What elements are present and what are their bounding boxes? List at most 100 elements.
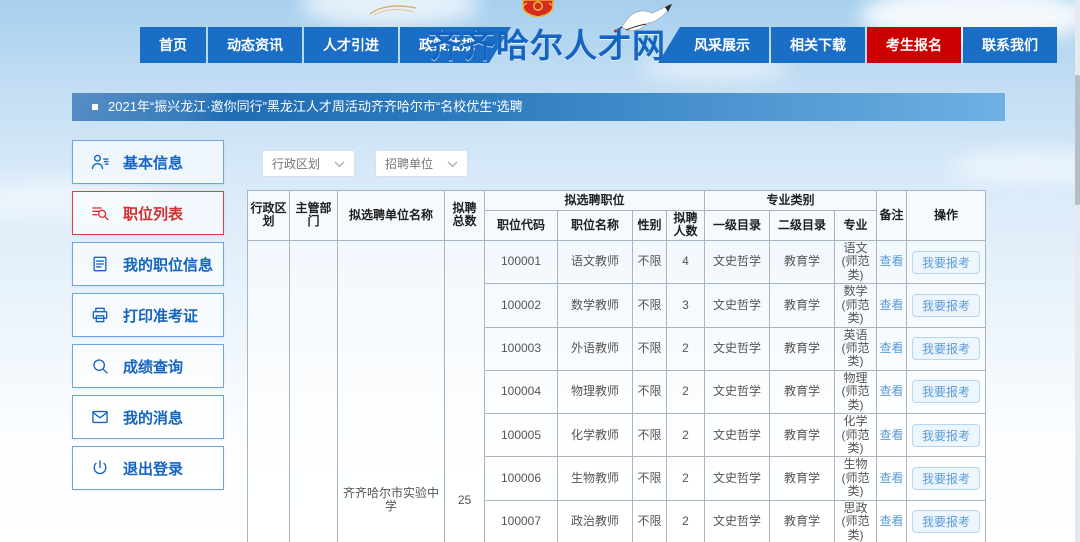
cat1-cell: 文史哲学: [705, 370, 770, 413]
cat1-cell: 文史哲学: [705, 284, 770, 327]
bullet-icon: [92, 104, 98, 110]
job-code-cell: 100004: [485, 370, 558, 413]
job-code-cell: 100003: [485, 327, 558, 370]
gender-cell: 不限: [633, 284, 667, 327]
col-header-major: 专业: [835, 211, 877, 241]
sidebar-item-label: 我的职位信息: [123, 254, 213, 275]
cat1-cell: 文史哲学: [705, 240, 770, 283]
unit-total-cell: 25: [445, 240, 485, 542]
unit-name-cell: 齐齐哈尔市实验中学: [338, 240, 445, 542]
sidebar: 基本信息 职位列表 我的职位信息 打印准考证 成绩查询 我的消息 退出登录: [72, 140, 224, 497]
sidebar-item-1[interactable]: 职位列表: [72, 191, 224, 235]
announcement-banner[interactable]: 2021年“振兴龙江·邀你同行”黑龙江人才周活动齐齐哈尔市“名校优生”选聘: [72, 93, 1005, 121]
view-link[interactable]: 查看: [880, 384, 904, 398]
cat2-cell: 教育学: [770, 284, 835, 327]
apply-button[interactable]: 我要报考: [912, 337, 980, 360]
search-icon: [90, 356, 110, 376]
gender-cell: 不限: [633, 370, 667, 413]
major-cell: 英语(师范类): [835, 327, 877, 370]
sidebar-item-0[interactable]: 基本信息: [72, 140, 224, 184]
apply-button[interactable]: 我要报考: [912, 467, 980, 490]
job-code-cell: 100001: [485, 240, 558, 283]
nav-left-item-0[interactable]: 首页: [140, 27, 206, 63]
job-code-cell: 100005: [485, 414, 558, 457]
table-row: 齐齐哈尔市实验中学 25 100001 语文教师 不限 4 文史哲学 教育学 语…: [248, 240, 986, 283]
sidebar-item-label: 基本信息: [123, 152, 183, 173]
major-cell: 化学(师范类): [835, 414, 877, 457]
nav-left-item-2[interactable]: 人才引进: [304, 27, 398, 63]
view-link[interactable]: 查看: [880, 514, 904, 528]
scrollbar[interactable]: [1075, 0, 1080, 542]
col-header-admin-region: 行政区划: [248, 191, 290, 241]
count-cell: 2: [667, 327, 705, 370]
apply-button[interactable]: 我要报考: [912, 510, 980, 533]
sidebar-item-5[interactable]: 我的消息: [72, 395, 224, 439]
job-name-cell: 语文教师: [558, 240, 633, 283]
cat2-cell: 教育学: [770, 370, 835, 413]
col-header-note: 备注: [877, 191, 907, 241]
apply-button[interactable]: 我要报考: [912, 251, 980, 274]
filter-select-0[interactable]: 行政区划: [262, 150, 355, 177]
sidebar-item-3[interactable]: 打印准考证: [72, 293, 224, 337]
job-table-header: 行政区划 主管部门 拟选聘单位名称 拟聘总数 拟选聘职位 专业类别 备注 操作 …: [248, 191, 986, 241]
col-header-gender: 性别: [633, 211, 667, 241]
major-cell: 思政(师范类): [835, 500, 877, 542]
cat1-cell: 文史哲学: [705, 457, 770, 500]
count-cell: 3: [667, 284, 705, 327]
sidebar-item-label: 打印准考证: [123, 305, 198, 326]
view-link[interactable]: 查看: [880, 254, 904, 268]
printer-icon: [90, 305, 110, 325]
major-cell: 语文(师范类): [835, 240, 877, 283]
cat2-cell: 教育学: [770, 414, 835, 457]
filter-select-1[interactable]: 招聘单位: [375, 150, 468, 177]
cat2-cell: 教育学: [770, 240, 835, 283]
view-link[interactable]: 查看: [880, 428, 904, 442]
job-name-cell: 外语教师: [558, 327, 633, 370]
banner-text: 2021年“振兴龙江·邀你同行”黑龙江人才周活动齐齐哈尔市“名校优生”选聘: [108, 93, 523, 121]
sidebar-item-6[interactable]: 退出登录: [72, 446, 224, 490]
view-link[interactable]: 查看: [880, 341, 904, 355]
document-icon: [90, 254, 110, 274]
admin-region-cell: [248, 240, 290, 542]
sidebar-item-label: 退出登录: [123, 458, 183, 479]
job-code-cell: 100007: [485, 500, 558, 542]
sidebar-item-label: 我的消息: [123, 407, 183, 428]
view-link[interactable]: 查看: [880, 298, 904, 312]
gold-crane-image: [368, 2, 420, 21]
top-navigation: 首页动态资讯人才引进政策法规 齐齐哈尔人才网 风采展示相关下载考生报名联系我们: [0, 27, 1080, 63]
nav-right-item-1[interactable]: 相关下载: [771, 27, 865, 63]
job-name-cell: 生物教师: [558, 457, 633, 500]
col-header-action: 操作: [907, 191, 986, 241]
cat2-cell: 教育学: [770, 500, 835, 542]
nav-right-item-0[interactable]: 风采展示: [658, 27, 769, 63]
job-code-cell: 100006: [485, 457, 558, 500]
apply-button[interactable]: 我要报考: [912, 424, 980, 447]
scrollbar-thumb[interactable]: [1075, 75, 1080, 205]
cat1-cell: 文史哲学: [705, 327, 770, 370]
gender-cell: 不限: [633, 240, 667, 283]
col-header-job-group: 拟选聘职位: [485, 191, 705, 211]
col-header-cat2: 二级目录: [770, 211, 835, 241]
major-cell: 生物(师范类): [835, 457, 877, 500]
col-header-job-code: 职位代码: [485, 211, 558, 241]
filter-label: 招聘单位: [385, 155, 433, 172]
nav-right-item-3[interactable]: 联系我们: [963, 27, 1057, 63]
sidebar-item-4[interactable]: 成绩查询: [72, 344, 224, 388]
apply-button[interactable]: 我要报考: [912, 294, 980, 317]
job-table-body: 齐齐哈尔市实验中学 25 100001 语文教师 不限 4 文史哲学 教育学 语…: [248, 240, 986, 542]
sidebar-item-label: 职位列表: [123, 203, 183, 224]
job-name-cell: 政治教师: [558, 500, 633, 542]
job-name-cell: 数学教师: [558, 284, 633, 327]
count-cell: 2: [667, 500, 705, 542]
chevron-down-icon: [447, 157, 458, 171]
filter-bar: 行政区划 招聘单位: [262, 150, 468, 177]
site-title: 齐齐哈尔人才网: [428, 19, 664, 63]
nav-left-item-1[interactable]: 动态资讯: [208, 27, 302, 63]
apply-button[interactable]: 我要报考: [912, 380, 980, 403]
sidebar-item-2[interactable]: 我的职位信息: [72, 242, 224, 286]
dept-cell: [290, 240, 338, 542]
view-link[interactable]: 查看: [880, 471, 904, 485]
nav-right-item-2[interactable]: 考生报名: [867, 27, 961, 63]
gender-cell: 不限: [633, 327, 667, 370]
cat2-cell: 教育学: [770, 327, 835, 370]
